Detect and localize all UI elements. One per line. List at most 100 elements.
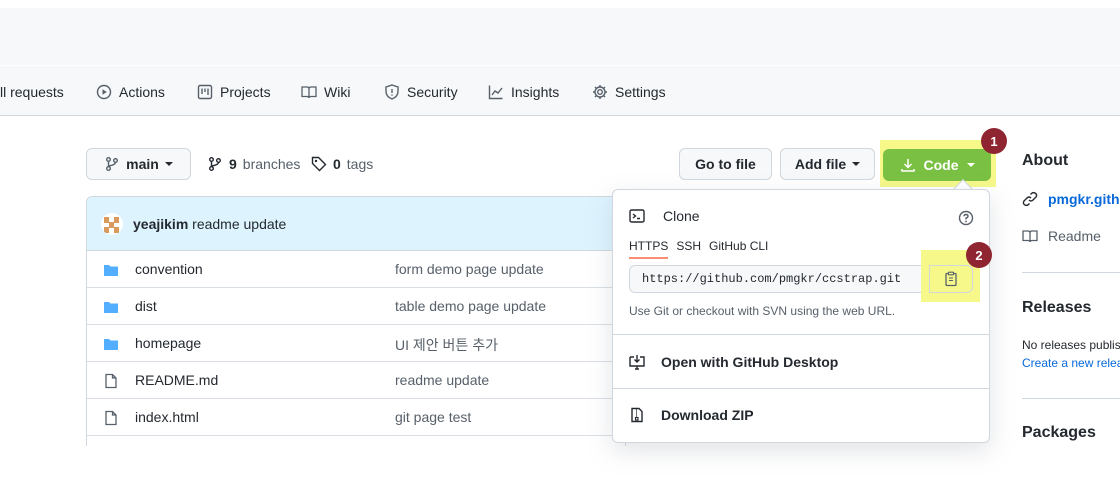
- file-commit-message[interactable]: git page test: [395, 409, 471, 425]
- tab-wiki[interactable]: Wiki: [301, 82, 350, 102]
- tags-label: tags: [346, 156, 374, 172]
- tags-count: 0: [333, 156, 341, 172]
- file-name[interactable]: README.md: [135, 372, 218, 388]
- divider: [613, 334, 989, 335]
- go-to-file-label: Go to file: [695, 156, 756, 172]
- tab-settings[interactable]: Settings: [592, 82, 666, 102]
- book-icon: [1022, 230, 1038, 243]
- help-icon[interactable]: [958, 210, 974, 226]
- clone-hint: Use Git or checkout with SVN using the w…: [629, 304, 896, 318]
- tab-label: Wiki: [324, 84, 351, 100]
- tags-link[interactable]: 0 tags: [311, 155, 373, 173]
- file-icon: [105, 410, 117, 426]
- branches-link[interactable]: 9 branches: [207, 155, 300, 173]
- commit-summary: yeajikim readme update: [133, 216, 286, 232]
- code-button[interactable]: Code: [883, 149, 991, 181]
- copy-url-button[interactable]: [929, 265, 973, 293]
- tab-projects[interactable]: Projects: [197, 82, 271, 102]
- header-band: [0, 8, 1120, 65]
- clone-header: Clone: [629, 208, 700, 224]
- divider: [1022, 272, 1120, 273]
- file-commit-message[interactable]: readme update: [395, 372, 489, 388]
- packages-title[interactable]: Packages: [1022, 424, 1096, 442]
- project-icon: [197, 84, 213, 100]
- clone-tabs: HTTPS SSH GitHub CLI: [629, 239, 768, 259]
- link-icon: [1022, 191, 1038, 207]
- graph-icon: [488, 85, 503, 100]
- latest-commit-bar: yeajikim readme update: [87, 197, 625, 251]
- divider: [1022, 398, 1120, 399]
- git-branch-icon: [209, 157, 221, 171]
- about-title: About: [1022, 152, 1069, 169]
- file-name[interactable]: convention: [135, 261, 203, 277]
- add-file-button[interactable]: Add file: [780, 148, 875, 180]
- book-icon: [301, 86, 317, 99]
- table-row[interactable]: index.html git page test: [87, 399, 625, 436]
- file-commit-message[interactable]: UI 제안 버튼 추가: [395, 335, 498, 355]
- download-zip-label: Download ZIP: [661, 407, 754, 423]
- clone-title: Clone: [663, 208, 700, 224]
- step-badge-1: 1: [981, 128, 1007, 154]
- tab-ssh[interactable]: SSH: [676, 239, 701, 259]
- tab-https[interactable]: HTTPS: [629, 239, 669, 259]
- commit-author[interactable]: yeajikim: [133, 216, 188, 232]
- chevron-down-icon: [164, 162, 173, 166]
- tab-label: Projects: [220, 84, 271, 100]
- file-zip-icon: [631, 407, 643, 423]
- avatar[interactable]: [101, 212, 123, 235]
- tab-pull-requests[interactable]: ll requests: [0, 82, 64, 102]
- clone-dropdown: Clone HTTPS SSH GitHub CLI https://githu…: [612, 189, 992, 443]
- table-row[interactable]: convention form demo page update: [87, 251, 625, 288]
- tab-label: Settings: [615, 84, 666, 100]
- shield-icon: [385, 84, 399, 100]
- clipboard-icon: [945, 271, 957, 287]
- git-branch-icon: [106, 157, 119, 171]
- branch-name: main: [126, 156, 159, 172]
- download-zip-button[interactable]: Download ZIP: [629, 407, 754, 423]
- table-row[interactable]: dist table demo page update: [87, 288, 625, 325]
- go-to-file-button[interactable]: Go to file: [679, 148, 772, 180]
- chevron-down-icon: [852, 162, 861, 166]
- open-desktop-button[interactable]: Open with GitHub Desktop: [629, 354, 838, 370]
- code-label: Code: [923, 157, 959, 173]
- file-commit-message[interactable]: table demo page update: [395, 298, 546, 314]
- homepage-link[interactable]: pmgkr.githu: [1022, 191, 1120, 207]
- homepage-url[interactable]: pmgkr.githu: [1048, 191, 1120, 207]
- tab-insights[interactable]: Insights: [488, 82, 559, 102]
- file-commit-message[interactable]: form demo page update: [395, 261, 544, 277]
- commit-message[interactable]: readme update: [192, 216, 286, 232]
- branches-label: branches: [242, 156, 301, 172]
- file-name[interactable]: dist: [135, 298, 157, 314]
- clone-url-input[interactable]: https://github.com/pmgkr/ccstrap.git: [629, 265, 925, 293]
- open-desktop-label: Open with GitHub Desktop: [661, 354, 839, 370]
- badge-number: 2: [975, 247, 983, 263]
- tab-actions[interactable]: Actions: [96, 82, 165, 102]
- tab-label: Security: [407, 84, 458, 100]
- table-row[interactable]: README.md readme update: [87, 362, 625, 399]
- file-name[interactable]: homepage: [135, 335, 201, 351]
- divider: [613, 388, 989, 389]
- folder-icon: [104, 302, 118, 313]
- terminal-icon: [629, 209, 645, 223]
- tab-label: Actions: [119, 84, 165, 100]
- gear-icon: [593, 85, 607, 99]
- play-icon: [96, 84, 112, 100]
- tab-github-cli[interactable]: GitHub CLI: [709, 239, 768, 259]
- readme-link[interactable]: Readme: [1022, 228, 1101, 244]
- folder-icon: [104, 265, 118, 276]
- branch-select-button[interactable]: main: [86, 148, 191, 180]
- repo-nav: ll requests Actions Projects Wiki Securi…: [0, 66, 1120, 116]
- branches-count: 9: [229, 156, 237, 172]
- readme-label: Readme: [1048, 228, 1101, 244]
- step-badge-2: 2: [966, 242, 992, 268]
- tag-icon: [311, 156, 327, 172]
- add-file-label: Add file: [794, 156, 847, 172]
- table-row[interactable]: homepage UI 제안 버튼 추가: [87, 325, 625, 362]
- tab-label: Insights: [511, 84, 560, 100]
- releases-title[interactable]: Releases: [1022, 299, 1091, 317]
- file-icon: [105, 373, 117, 389]
- file-name[interactable]: index.html: [135, 409, 199, 425]
- file-list: yeajikim readme update convention form d…: [86, 196, 626, 446]
- tab-security[interactable]: Security: [384, 82, 458, 102]
- create-release-link[interactable]: Create a new relea: [1022, 356, 1120, 370]
